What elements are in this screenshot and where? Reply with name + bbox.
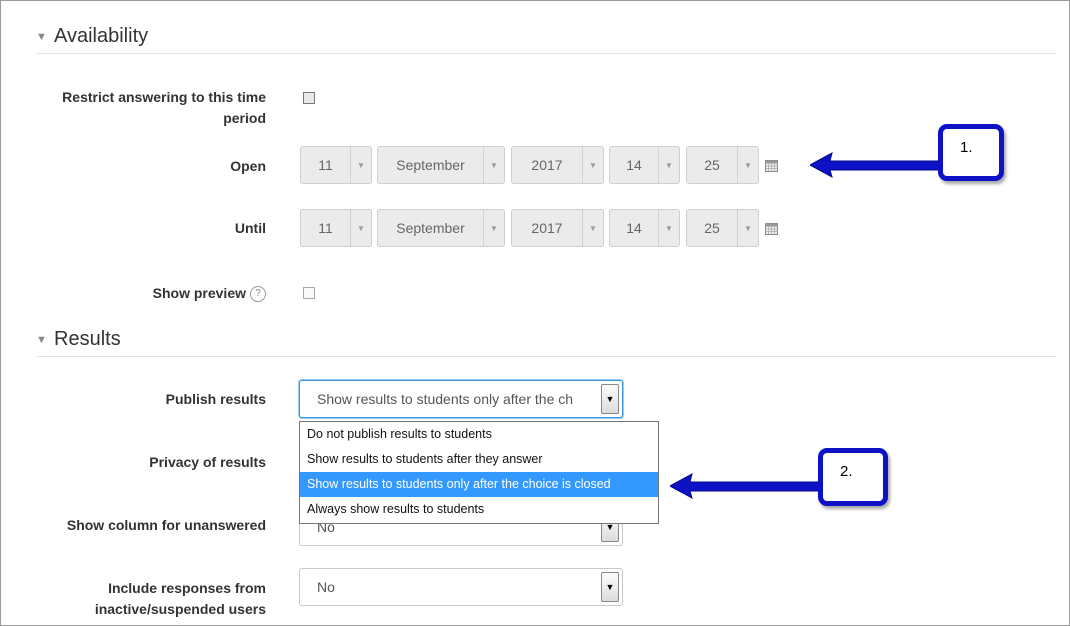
chevron-down-icon: ▼ <box>483 147 504 183</box>
until-hour-select[interactable]: 14 ▼ <box>609 209 680 247</box>
open-date-row: 11 ▼ September ▼ 2017 ▼ 14 ▼ 25 ▼ <box>300 146 800 184</box>
chevron-down-icon: ▼ <box>658 147 679 183</box>
open-year-select[interactable]: 2017 ▼ <box>511 146 604 184</box>
privacy-results-label: Privacy of results <box>149 454 266 470</box>
publish-results-label: Publish results <box>165 391 266 407</box>
until-minute-select[interactable]: 25 ▼ <box>686 209 759 247</box>
callout-1: 1. <box>938 124 1004 181</box>
triangle-down-icon: ▼ <box>36 333 47 346</box>
until-day-select[interactable]: 11 ▼ <box>300 209 372 247</box>
show-preview-label: Show preview? <box>36 283 266 304</box>
chevron-down-icon: ▼ <box>582 147 603 183</box>
include-responses-label: Include responses from inactive/suspende… <box>94 580 266 617</box>
dropdown-option[interactable]: Show results to students after they answ… <box>300 447 658 472</box>
section-divider <box>36 356 1056 357</box>
open-month-select[interactable]: September ▼ <box>377 146 505 184</box>
open-hour-select[interactable]: 14 ▼ <box>609 146 680 184</box>
include-responses-select[interactable]: No ▼ <box>299 568 623 606</box>
restrict-label: Restrict answering to this time period <box>62 89 266 126</box>
chevron-down-icon: ▼ <box>350 147 371 183</box>
results-header[interactable]: ▼ Results <box>36 328 121 351</box>
arrow-left-icon <box>670 473 830 500</box>
chevron-down-icon: ▼ <box>601 384 619 414</box>
until-year-select[interactable]: 2017 ▼ <box>511 209 604 247</box>
arrow-left-icon <box>810 152 945 179</box>
show-preview-checkbox[interactable] <box>303 287 315 299</box>
availability-heading: Availability <box>54 25 149 47</box>
unanswered-label: Show column for unanswered <box>66 517 266 533</box>
section-divider <box>36 53 1056 54</box>
triangle-down-icon: ▼ <box>36 30 47 43</box>
chevron-down-icon: ▼ <box>737 210 758 246</box>
chevron-down-icon: ▼ <box>582 210 603 246</box>
restrict-checkbox[interactable] <box>303 92 315 104</box>
callout-2: 2. <box>818 448 888 506</box>
until-month-select[interactable]: September ▼ <box>377 209 505 247</box>
open-minute-select[interactable]: 25 ▼ <box>686 146 759 184</box>
calendar-icon[interactable] <box>765 222 778 235</box>
chevron-down-icon: ▼ <box>658 210 679 246</box>
help-icon[interactable]: ? <box>250 286 266 303</box>
chevron-down-icon: ▼ <box>483 210 504 246</box>
open-label: Open <box>230 158 266 174</box>
results-heading: Results <box>54 328 121 350</box>
open-day-select[interactable]: 11 ▼ <box>300 146 372 184</box>
dropdown-option[interactable]: Do not publish results to students <box>300 422 658 447</box>
until-date-row: 11 ▼ September ▼ 2017 ▼ 14 ▼ 25 ▼ <box>300 209 800 247</box>
publish-results-dropdown: Do not publish results to students Show … <box>299 421 659 524</box>
publish-results-select[interactable]: Show results to students only after the … <box>299 380 623 418</box>
availability-header[interactable]: ▼ Availability <box>36 25 148 48</box>
chevron-down-icon: ▼ <box>601 572 619 602</box>
chevron-down-icon: ▼ <box>737 147 758 183</box>
until-label: Until <box>234 220 266 236</box>
dropdown-option[interactable]: Always show results to students <box>300 497 658 522</box>
calendar-icon[interactable] <box>765 159 778 172</box>
chevron-down-icon: ▼ <box>350 210 371 246</box>
dropdown-option-selected[interactable]: Show results to students only after the … <box>300 472 658 497</box>
